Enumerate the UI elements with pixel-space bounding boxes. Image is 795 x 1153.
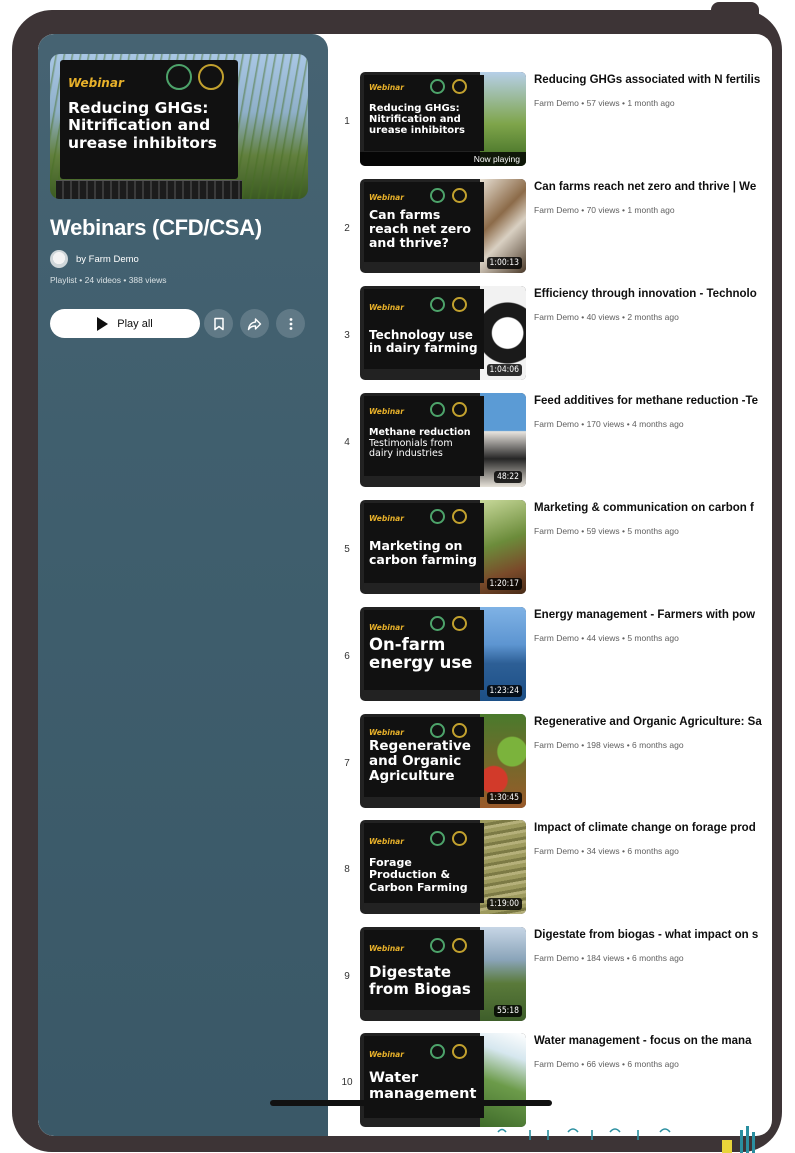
- play-all-label: Play all: [117, 317, 153, 330]
- playlist-item[interactable]: 10 Webinar Water management Water manage…: [328, 1033, 772, 1133]
- channel-avatar[interactable]: [50, 250, 68, 268]
- duration-badge: 1:19:00: [486, 898, 522, 910]
- video-list: 1 Webinar Reducing GHGs: Nitrification a…: [328, 34, 772, 1136]
- home-indicator[interactable]: [270, 1100, 552, 1106]
- item-index: 2: [344, 223, 350, 234]
- playlist-item[interactable]: 8 Webinar Forage Production & Carbon Far…: [328, 820, 772, 920]
- video-title[interactable]: Impact of climate change on forage prod: [534, 822, 772, 834]
- video-title[interactable]: Feed additives for methane reduction -Te: [534, 395, 772, 407]
- hero-webinar-tag: Webinar: [68, 76, 124, 90]
- video-thumbnail[interactable]: Webinar Digestate from Biogas 55:18: [360, 927, 526, 1021]
- video-meta: Farm Demo • 66 views • 6 months ago: [534, 1059, 679, 1069]
- playlist-item[interactable]: 5 Webinar Marketing on carbon farming 1:…: [328, 500, 772, 600]
- video-title[interactable]: Water management - focus on the mana: [534, 1035, 772, 1047]
- video-meta: Farm Demo • 170 views • 4 months ago: [534, 419, 684, 429]
- climate-logo-icon: [430, 79, 445, 94]
- item-index: 10: [341, 1077, 353, 1088]
- video-thumbnail[interactable]: Webinar Reducing GHGs: Nitrification and…: [360, 72, 526, 166]
- video-thumbnail[interactable]: Webinar Can farms reach net zero and thr…: [360, 179, 526, 273]
- share-button[interactable]: [240, 309, 269, 338]
- video-meta: Farm Demo • 44 views • 5 months ago: [534, 633, 679, 643]
- video-title[interactable]: Regenerative and Organic Agriculture: Sa: [534, 716, 772, 728]
- video-meta: Farm Demo • 40 views • 2 months ago: [534, 312, 679, 322]
- more-options-button[interactable]: [276, 309, 305, 338]
- item-index: 8: [344, 864, 350, 875]
- screen: Webinar Reducing GHGs: Nitrification and…: [38, 34, 772, 1136]
- playlist-hero-thumbnail[interactable]: Webinar Reducing GHGs: Nitrification and…: [50, 54, 308, 199]
- video-thumbnail[interactable]: Webinar Regenerative and Organic Agricul…: [360, 714, 526, 808]
- video-meta: Farm Demo • 70 views • 1 month ago: [534, 205, 675, 215]
- video-meta: Farm Demo • 184 views • 6 months ago: [534, 953, 684, 963]
- video-title[interactable]: Marketing & communication on carbon f: [534, 502, 772, 514]
- bookmark-icon: [213, 317, 224, 330]
- video-title[interactable]: Reducing GHGs associated with N fertilis: [534, 74, 772, 86]
- video-title[interactable]: Energy management - Farmers with pow: [534, 609, 772, 621]
- save-playlist-button[interactable]: [204, 309, 233, 338]
- duration-badge: 1:23:24: [486, 685, 522, 697]
- share-icon: [247, 317, 262, 330]
- play-icon: [97, 316, 109, 331]
- video-meta: Farm Demo • 57 views • 1 month ago: [534, 98, 675, 108]
- playlist-item[interactable]: 6 Webinar On-farm energy use 1:23:24 Ene…: [328, 607, 772, 707]
- hero-slide: Webinar Reducing GHGs: Nitrification and…: [60, 60, 238, 179]
- playlist-title: Webinars (CFD/CSA): [50, 215, 262, 240]
- tablet-frame: Webinar Reducing GHGs: Nitrification and…: [12, 10, 782, 1152]
- playlist-item[interactable]: 3 Webinar Technology use in dairy farmin…: [328, 286, 772, 386]
- video-title[interactable]: Can farms reach net zero and thrive | We: [534, 181, 772, 193]
- duration-badge: 1:20:17: [486, 578, 522, 590]
- more-vert-icon: [289, 317, 292, 330]
- video-thumbnail[interactable]: Webinar Technology use in dairy farming …: [360, 286, 526, 380]
- item-index: 9: [344, 971, 350, 982]
- owner-name[interactable]: by Farm Demo: [76, 254, 139, 265]
- item-index: 6: [344, 651, 350, 662]
- playlist-item[interactable]: 1 Webinar Reducing GHGs: Nitrification a…: [328, 72, 772, 172]
- video-thumbnail[interactable]: Webinar Water management: [360, 1033, 526, 1127]
- climate-logo-icon: [166, 64, 192, 90]
- video-thumbnail[interactable]: Webinar Forage Production & Carbon Farmi…: [360, 820, 526, 914]
- video-thumbnail[interactable]: Webinar Methane reduction Testimonials f…: [360, 393, 526, 487]
- item-index: 7: [344, 758, 350, 769]
- duration-badge: 55:18: [493, 1005, 522, 1017]
- playlist-item[interactable]: 2 Webinar Can farms reach net zero and t…: [328, 179, 772, 279]
- item-index: 5: [344, 544, 350, 555]
- duration-badge: 1:00:13: [486, 257, 522, 269]
- video-meta: Farm Demo • 59 views • 5 months ago: [534, 526, 679, 536]
- playlist-meta: Playlist • 24 videos • 388 views: [50, 275, 167, 285]
- item-index: 1: [344, 116, 350, 127]
- video-meta: Farm Demo • 198 views • 6 months ago: [534, 740, 684, 750]
- now-playing-badge: Now playing: [360, 152, 526, 166]
- playlist-item[interactable]: 4 Webinar Methane reduction Testimonials…: [328, 393, 772, 493]
- item-index: 3: [344, 330, 350, 341]
- partial-logo-graphic: [497, 1126, 755, 1153]
- hero-slide-title: Reducing GHGs: Nitrification and urease …: [68, 99, 217, 152]
- video-title[interactable]: Digestate from biogas - what impact on s: [534, 929, 772, 941]
- playlist-item[interactable]: 7 Webinar Regenerative and Organic Agric…: [328, 714, 772, 814]
- item-index: 4: [344, 437, 350, 448]
- playlist-owner[interactable]: by Farm Demo: [50, 250, 139, 268]
- duration-badge: 1:04:06: [486, 364, 522, 376]
- video-title[interactable]: Efficiency through innovation - Technolo: [534, 288, 772, 300]
- hero-laptop-keyboard: [56, 180, 242, 199]
- duration-badge: 1:30:45: [486, 792, 522, 804]
- video-thumbnail[interactable]: Webinar On-farm energy use 1:23:24: [360, 607, 526, 701]
- playlist-sidebar: Webinar Reducing GHGs: Nitrification and…: [38, 34, 328, 1136]
- partial-logo-below-tablet: [470, 1126, 795, 1153]
- duration-badge: 48:22: [493, 471, 522, 483]
- playlist-item[interactable]: 9 Webinar Digestate from Biogas 55:18 Di…: [328, 927, 772, 1027]
- video-thumbnail[interactable]: Webinar Marketing on carbon farming 1:20…: [360, 500, 526, 594]
- climate-logo-ring-icon: [198, 64, 224, 90]
- play-all-button[interactable]: Play all: [50, 309, 200, 338]
- video-meta: Farm Demo • 34 views • 6 months ago: [534, 846, 679, 856]
